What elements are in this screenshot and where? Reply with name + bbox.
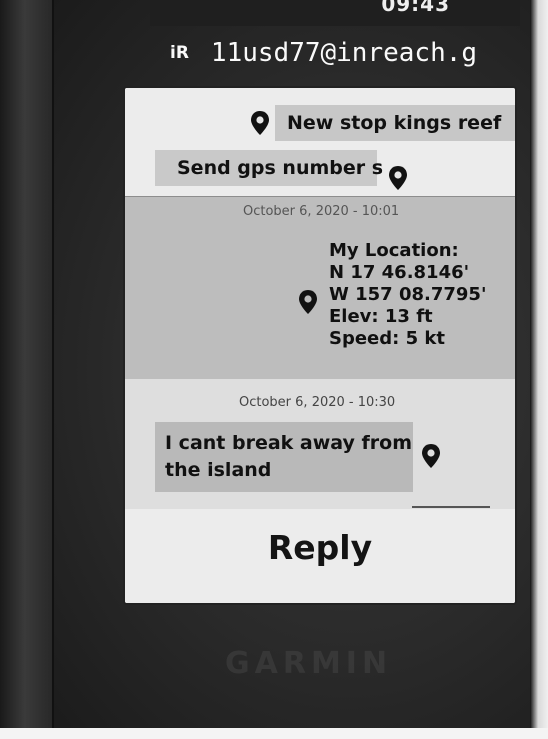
message-bubble[interactable]: Send gps number s <box>155 150 383 186</box>
location-heading: My Location: <box>329 240 459 261</box>
reply-button[interactable]: Reply <box>125 518 515 578</box>
message-text: I cant break away from the island <box>165 432 413 481</box>
latitude: N 17 46.8146' <box>329 262 470 283</box>
device-photo: 09:43 iR 11usd77@inreach.g New stop kings… <box>0 0 548 739</box>
speed: Speed: 5 kt <box>329 328 445 349</box>
map-pin-icon[interactable] <box>420 443 442 469</box>
device-brand-logo: GARMIN <box>225 646 393 681</box>
photo-background-right <box>530 0 548 739</box>
message-timestamp: October 6, 2020 - 10:30 <box>239 395 396 410</box>
message-text: New stop kings reef <box>287 112 502 134</box>
longitude: W 157 08.7795' <box>329 284 487 305</box>
map-pin-icon[interactable] <box>249 110 271 136</box>
message-bubble[interactable]: New stop kings reef <box>275 105 515 141</box>
inreach-badge: iR <box>170 43 189 63</box>
clock: 09:43 <box>381 0 450 16</box>
map-pin-icon[interactable] <box>387 165 409 191</box>
message-thread-screen: New stop kings reef Send gps number s Oc… <box>125 88 515 603</box>
page-bottom-margin <box>0 728 548 739</box>
contact-address: 11usd77@inreach.g <box>210 38 478 68</box>
message-timestamp: October 6, 2020 - 10:01 <box>243 204 400 219</box>
elevation: Elev: 13 ft <box>329 306 433 327</box>
map-pin-icon[interactable] <box>297 289 319 315</box>
message-text: Send gps number s <box>177 157 384 179</box>
status-bar: 09:43 <box>150 0 520 26</box>
divider <box>412 506 490 508</box>
location-details: My Location: N 17 46.8146' W 157 08.7795… <box>329 240 486 350</box>
conversation-header: iR 11usd77@inreach.g <box>170 38 477 68</box>
message-bubble[interactable]: I cant break away from the island <box>155 422 413 492</box>
